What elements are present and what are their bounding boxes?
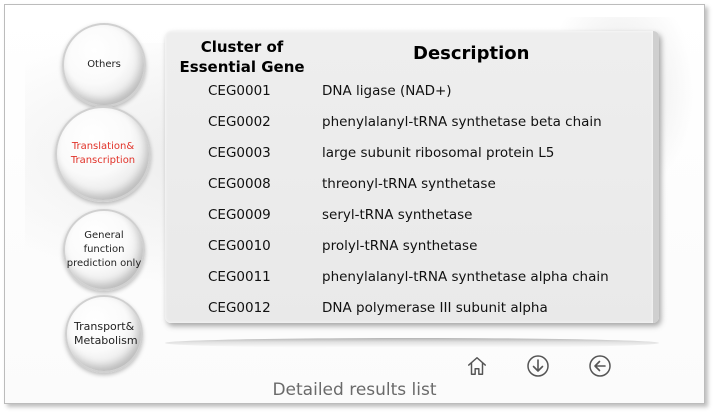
app-frame: Others Translation& Transcription Genera…	[4, 4, 705, 404]
category-button-general-function[interactable]: General function prediction only	[63, 209, 145, 291]
back-arrow-icon	[589, 355, 611, 377]
gene-description: DNA polymerase III subunit alpha	[322, 300, 548, 316]
table-row[interactable]: CEG0001 DNA ligase (NAD+)	[165, 77, 653, 108]
back-button[interactable]	[588, 354, 612, 378]
gene-description: DNA ligase (NAD+)	[322, 83, 452, 99]
table-row[interactable]: CEG0010 prolyl-tRNA synthetase	[165, 232, 653, 263]
results-panel: Cluster of Essential Gene Description CE…	[165, 31, 659, 323]
gene-id: CEG0009	[208, 207, 271, 223]
column-header-gene: Cluster of Essential Gene	[179, 38, 305, 76]
home-icon	[468, 357, 486, 375]
category-button-others[interactable]: Others	[62, 23, 146, 107]
category-label-general-function: General function prediction only	[66, 230, 142, 269]
gene-id: CEG0003	[208, 145, 271, 161]
home-button[interactable]	[465, 354, 489, 378]
table-row[interactable]: CEG0012 DNA polymerase III subunit alpha	[165, 294, 653, 323]
category-label-others: Others	[87, 59, 121, 70]
table-row[interactable]: CEG0008 threonyl-tRNA synthetase	[165, 170, 653, 201]
category-button-translation-transcription[interactable]: Translation& Transcription	[55, 106, 151, 202]
caption: Detailed results list	[272, 380, 437, 400]
gene-id: CEG0011	[208, 269, 271, 285]
panel-base-shadow	[165, 338, 659, 348]
gene-description: seryl-tRNA synthetase	[322, 207, 473, 223]
gene-id: CEG0001	[208, 83, 271, 99]
gene-description: prolyl-tRNA synthetase	[322, 238, 478, 254]
down-arrow-icon	[527, 355, 549, 377]
table-row[interactable]: CEG0003 large subunit ribosomal protein …	[165, 139, 653, 170]
gene-id: CEG0002	[208, 114, 271, 130]
category-label-translation-transcription: Translation& Transcription	[70, 141, 136, 166]
scroll-down-button[interactable]	[526, 354, 550, 378]
table-row[interactable]: CEG0002 phenylalanyl-tRNA synthetase bet…	[165, 108, 653, 139]
gene-id: CEG0012	[208, 300, 271, 316]
category-label-transport-metabolism: Transport& Metabolism	[74, 320, 138, 347]
table-row[interactable]: CEG0009 seryl-tRNA synthetase	[165, 201, 653, 232]
gene-description: phenylalanyl-tRNA synthetase beta chain	[322, 114, 602, 130]
table-row[interactable]: CEG0011 phenylalanyl-tRNA synthetase alp…	[165, 263, 653, 294]
gene-description: threonyl-tRNA synthetase	[322, 176, 496, 192]
gene-description: phenylalanyl-tRNA synthetase alpha chain	[322, 269, 609, 285]
gene-id: CEG0008	[208, 176, 271, 192]
column-header-description: Description	[413, 43, 530, 64]
gene-description: large subunit ribosomal protein L5	[322, 145, 555, 161]
category-button-transport-metabolism[interactable]: Transport& Metabolism	[65, 295, 143, 373]
gene-id: CEG0010	[208, 238, 271, 254]
